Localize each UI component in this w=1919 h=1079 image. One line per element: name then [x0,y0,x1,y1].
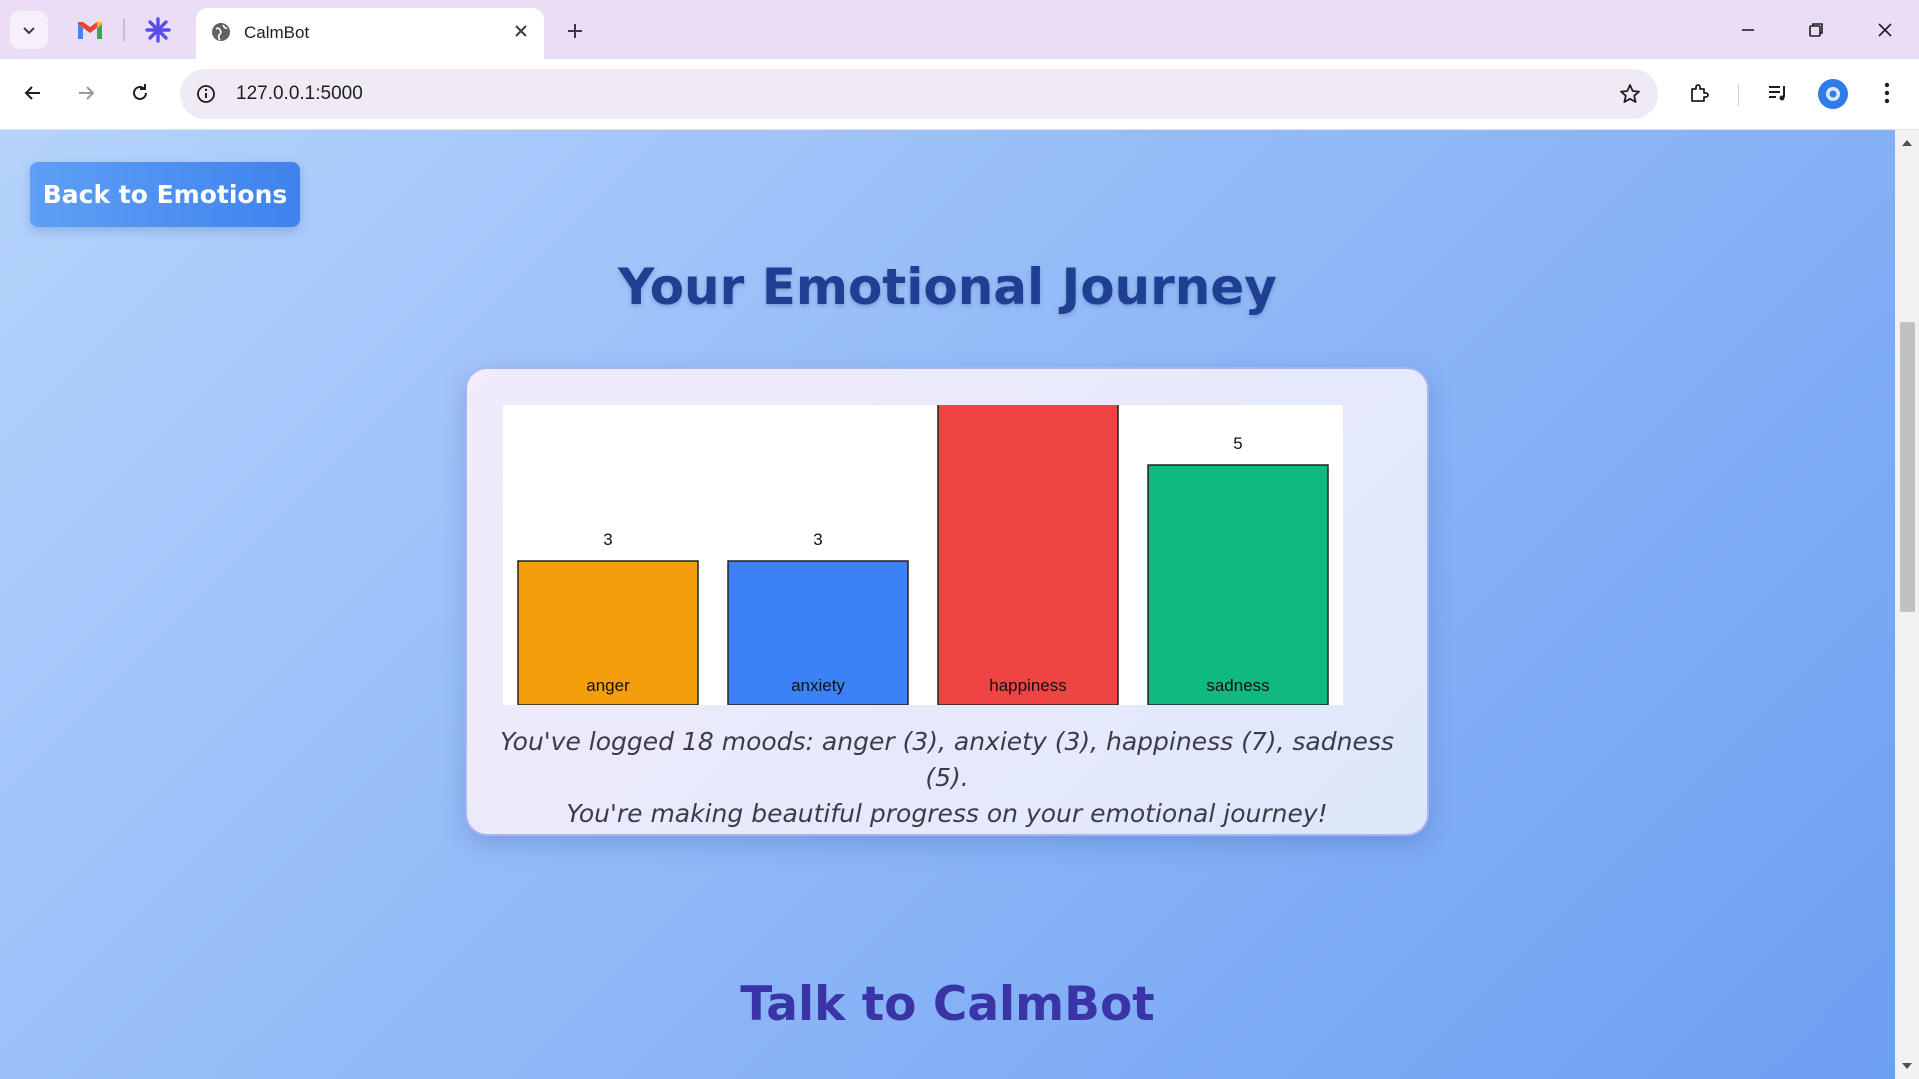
tab-separator [123,19,125,41]
scroll-up-arrow[interactable] [1895,134,1919,152]
scroll-down-arrow[interactable] [1895,1057,1919,1075]
value-label-sadness: 5 [1233,434,1242,453]
arrow-right-icon [79,86,95,100]
page-viewport: Back to Emotions Your Emotional Journey … [0,130,1895,1079]
mood-bar-chart: 3anger3anxiety7happiness5sadness [503,405,1343,705]
chart-svg: 3anger3anxiety7happiness5sadness [517,405,1329,705]
category-label-anxiety: anxiety [791,676,845,695]
media-queue-icon [1769,86,1785,101]
value-label-anxiety: 3 [813,530,822,549]
summary-line-2: You're making beautiful progress on your… [566,799,1328,828]
tab-title: CalmBot [244,23,310,42]
browser-tab-bar: CalmBot [0,0,1919,59]
category-label-anger: anger [586,676,630,695]
media-controls-button[interactable] [1761,76,1795,110]
puzzle-icon [1691,84,1709,102]
restore-icon [1809,23,1823,37]
chevron-down-icon [23,27,35,35]
category-label-sadness: sadness [1206,676,1269,695]
scroll-thumb[interactable] [1900,322,1915,612]
tab-search-button[interactable] [10,11,48,49]
toolbar-separator [1738,84,1739,106]
summary-line-1: You've logged 18 moods: anger (3), anxie… [500,727,1394,792]
bar-sadness [1147,464,1329,705]
mood-summary-card: 3anger3anxiety7happiness5sadness You've … [465,367,1429,836]
page-scrollbar[interactable] [1895,130,1919,1079]
profile-avatar[interactable] [1818,79,1848,109]
globe-icon [212,23,230,41]
triangle-down-icon [1902,1063,1912,1069]
address-bar[interactable]: 127.0.0.1:5000 [180,69,1658,119]
talk-to-calmbot-title: Talk to CalmBot [740,977,1155,1032]
bar-happiness [937,405,1119,705]
restore-button[interactable] [1793,12,1839,48]
category-label-happiness: happiness [989,676,1067,695]
site-info-button[interactable] [192,80,220,108]
back-to-emotions-button[interactable]: Back to Emotions [30,162,300,227]
more-vert-icon [1884,82,1890,104]
reload-button[interactable] [120,73,160,113]
new-tab-button[interactable] [560,16,590,46]
pinned-tab-app[interactable] [142,14,174,46]
plus-icon [568,24,582,38]
browser-menu-button[interactable] [1870,76,1904,110]
info-icon [197,85,215,103]
extensions-button[interactable] [1683,76,1717,110]
star-icon [1620,84,1640,103]
mood-summary-text: You've logged 18 moods: anger (3), anxie… [487,724,1407,832]
forward-nav-button[interactable] [66,73,106,113]
value-label-anger: 3 [603,530,612,549]
tab-calmbot[interactable]: CalmBot [196,8,544,59]
url-text[interactable]: 127.0.0.1:5000 [236,83,363,105]
gmail-icon [78,22,102,39]
asterisk-app-icon [145,17,171,43]
minimize-button[interactable] [1725,12,1771,48]
close-icon [1878,23,1892,37]
pinned-tab-gmail[interactable] [74,14,106,46]
triangle-up-icon [1902,140,1912,146]
close-icon [515,25,527,37]
back-nav-button[interactable] [13,73,53,113]
bookmark-button[interactable] [1616,80,1644,108]
page-title: Your Emotional Journey [618,258,1277,316]
avatar-icon [1826,87,1840,101]
tab-close-button[interactable] [510,20,532,42]
close-window-button[interactable] [1862,12,1908,48]
browser-toolbar: 127.0.0.1:5000 [0,59,1919,130]
minimize-icon [1742,29,1754,31]
reload-icon [133,84,147,100]
arrow-left-icon [24,86,40,100]
